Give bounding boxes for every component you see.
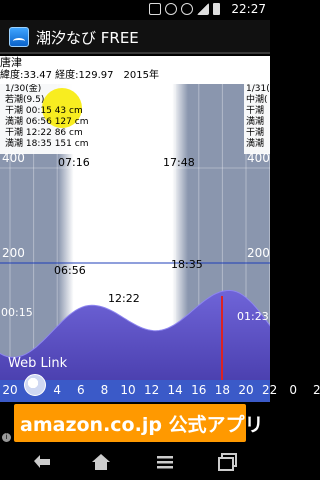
day1-event: 満潮 06:56 127 cm [5, 117, 89, 127]
day1-date: 1/30(金) [5, 84, 42, 94]
alarm-icon [165, 3, 177, 15]
hour-label: 10 [120, 383, 136, 397]
high-tide-2-label: 18:35 [171, 258, 203, 271]
hour-label: 0 [289, 383, 298, 397]
hour-label: 12 [143, 383, 160, 397]
day2-event: 干潮 [246, 128, 265, 138]
hour-label: 6 [76, 383, 85, 397]
day2-tide-box[interactable]: 1/31(土 中潮( 干潮 満潮 干潮 満潮 [244, 84, 270, 154]
hour-label: 4 [53, 383, 62, 397]
low-tide-next-label: 01:23 [237, 310, 269, 323]
day2-date: 1/31(土 [246, 84, 270, 94]
hour-label: 14 [167, 383, 183, 397]
sunrise-label: 07:16 [58, 156, 90, 169]
status-bar: 22:27 [0, 0, 270, 20]
location-info: 唐津 緯度:33.47 経度:129.97 2015年 [0, 56, 270, 84]
day2-event: 満潮 [246, 139, 265, 149]
home-icon[interactable] [89, 450, 113, 474]
day2-event: 干潮 [246, 106, 265, 116]
location-coords: 緯度:33.47 経度:129.97 2015年 [0, 70, 159, 81]
menu-icon[interactable] [153, 450, 177, 474]
day1-event: 干潮 12:22 86 cm [5, 128, 83, 138]
y-tick-200-right: 200 [247, 246, 270, 260]
hour-label: 20 [238, 383, 254, 397]
status-time: 22:27 [231, 2, 266, 16]
day2-tide-type: 中潮( [246, 95, 268, 105]
hour-label: 2 [312, 383, 320, 397]
status-icons [149, 3, 220, 15]
y-tick-200: 200 [2, 246, 25, 260]
low-tide-0-label: 00:15 [1, 306, 33, 319]
hour-label: 8 [100, 383, 109, 397]
wifi-icon [181, 3, 193, 15]
signal-icon [197, 3, 209, 15]
hour-label: 18 [214, 383, 231, 397]
day1-tide-type: 若潮(9.5) [5, 95, 45, 105]
high-tide-1-label: 06:56 [54, 264, 86, 277]
ad-content[interactable]: amazon.co.jp 公式アプリ [14, 404, 264, 442]
hour-label: 20 [2, 383, 18, 397]
recent-apps-icon[interactable] [216, 450, 240, 474]
battery-icon [213, 3, 220, 15]
ad-info-icon[interactable]: i [2, 433, 11, 442]
screen-icon [149, 3, 161, 15]
day1-event: 満潮 18:35 151 cm [5, 139, 89, 149]
ad-banner[interactable]: amazon.co.jp 公式アプリ i [0, 402, 270, 444]
back-icon[interactable] [30, 450, 54, 474]
day2-event: 満潮 [246, 117, 265, 127]
day1-event: 干潮 00:15 43 cm [5, 106, 83, 116]
day1-tide-box[interactable]: 1/30(金) 若潮(9.5) 干潮 00:15 43 cm 満潮 06:56 … [0, 84, 112, 154]
location-name[interactable]: 唐津 [0, 56, 22, 69]
sunset-label: 17:48 [163, 156, 195, 169]
app-logo-icon [9, 27, 29, 47]
web-link[interactable]: Web Link [8, 356, 67, 371]
hour-label: 16 [191, 383, 207, 397]
app-title: 潮汐なび FREE [36, 29, 139, 47]
ad-text[interactable]: amazon.co.jp 公式アプリ [20, 410, 264, 437]
hour-label: 22 [261, 383, 278, 397]
nav-bar [0, 444, 270, 480]
low-tide-1-label: 12:22 [108, 292, 140, 305]
app-title-bar: 潮汐なび FREE [0, 20, 270, 54]
globe-icon[interactable] [24, 374, 46, 396]
